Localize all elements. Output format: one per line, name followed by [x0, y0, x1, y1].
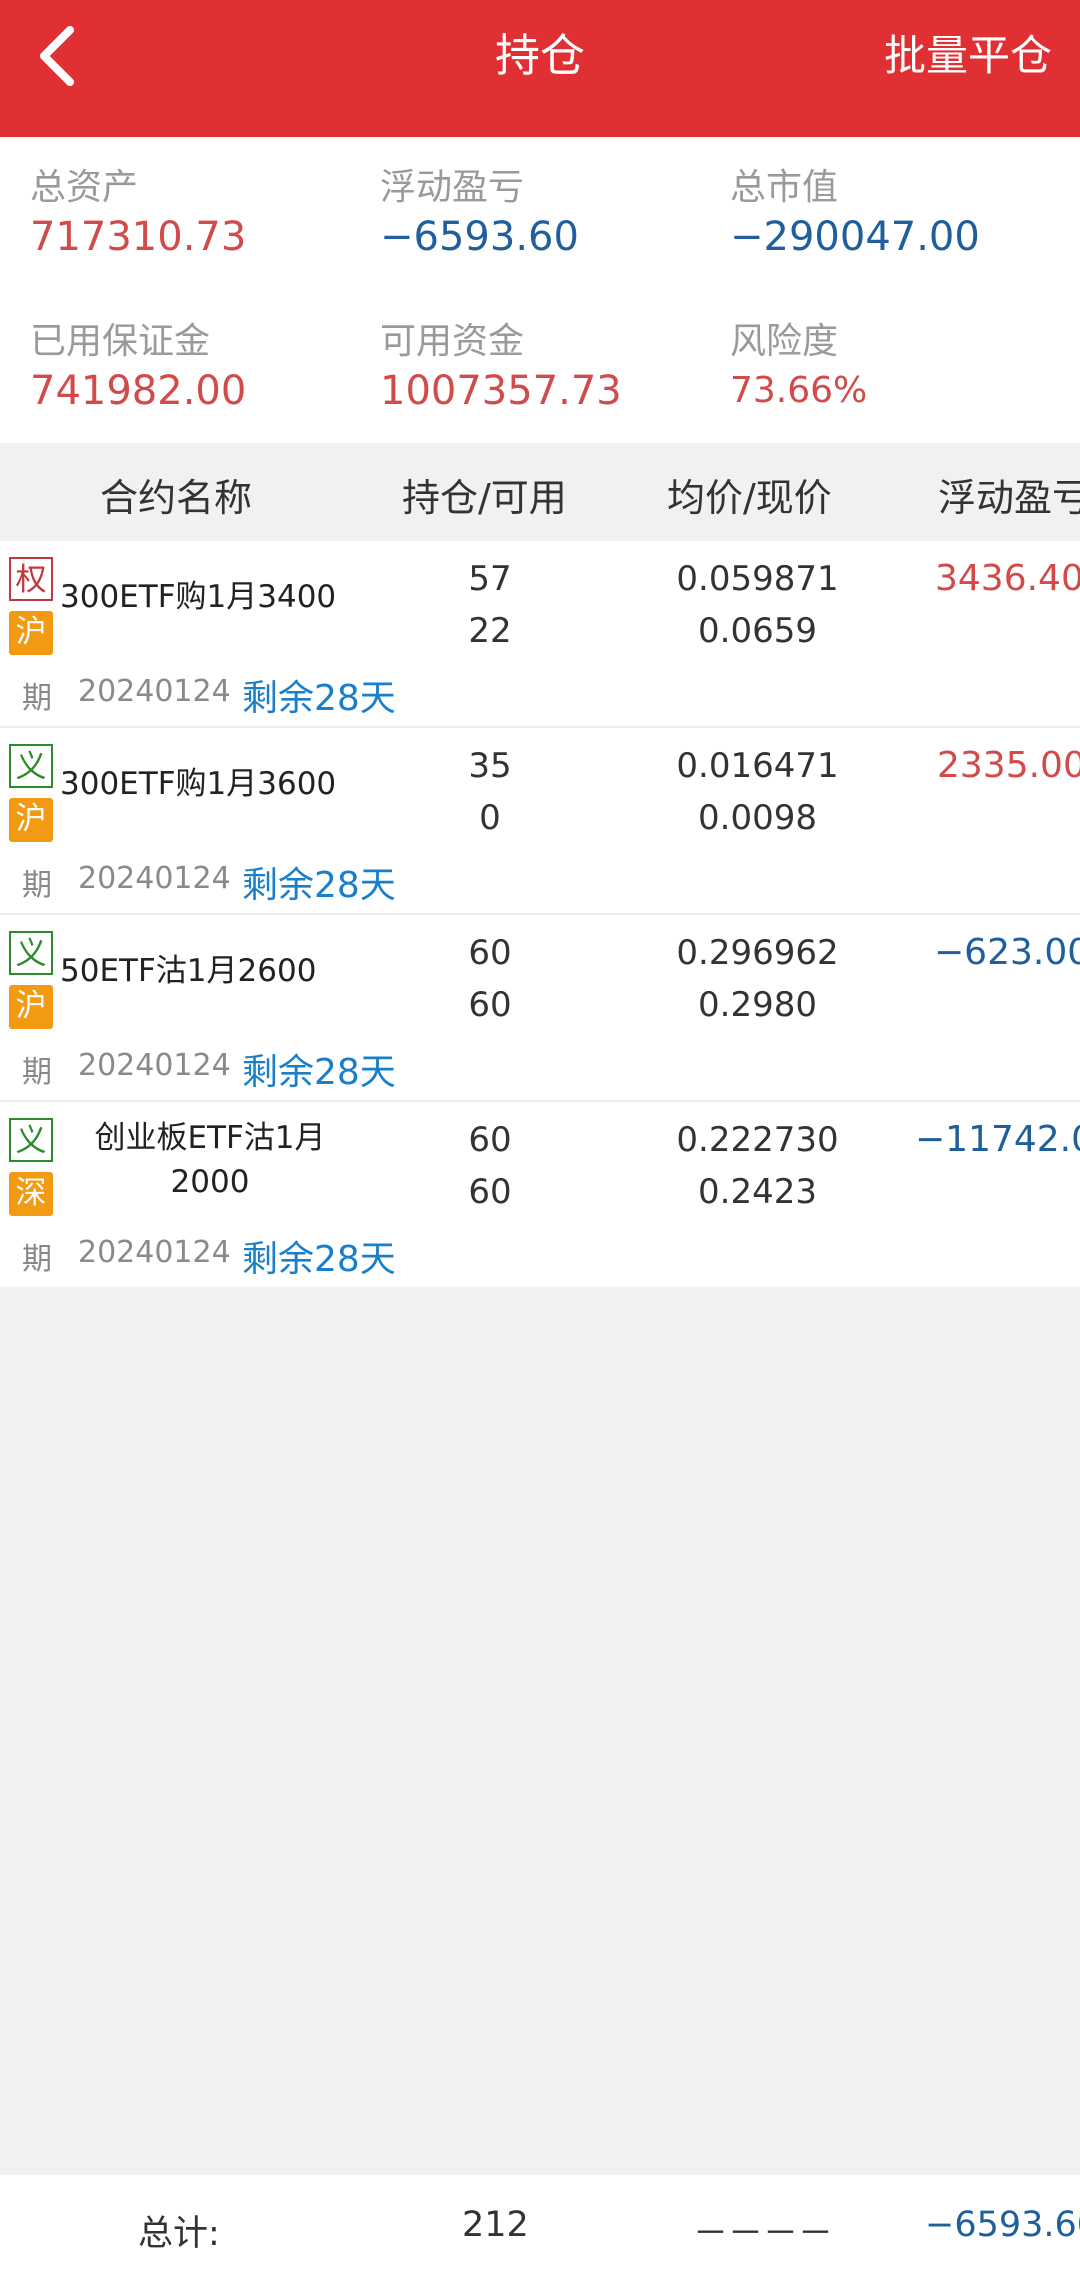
- pnl-total: −6593.60: [925, 2205, 1080, 2245]
- stat-used-margin: 已用保证金 741982.00: [30, 319, 246, 417]
- available-value: 0: [479, 798, 501, 838]
- price-cell: 0.016471 0.0098: [640, 740, 875, 844]
- option-type-badge: 义: [9, 931, 53, 975]
- floating-pnl-value: −623.00: [934, 932, 1080, 973]
- floating-pnl-value: 3436.40: [935, 558, 1080, 599]
- position-list: 权 沪 期 300ETF购1月3400 20240124 剩余28天 57 22…: [0, 541, 1080, 1287]
- exchange-badge: 沪: [9, 611, 53, 655]
- table-row[interactable]: 义 深 期 创业板ETF沽1月2000 20240124 剩余28天 60 60…: [0, 1102, 1080, 1287]
- price-cell: 0.222730 0.2423: [640, 1114, 875, 1218]
- position-value: 60: [468, 933, 512, 973]
- expiry-date: 20240124: [78, 1235, 231, 1270]
- contract-name: 创业板ETF沽1月2000: [94, 1120, 326, 1200]
- stat-value: 1007357.73: [380, 368, 622, 414]
- totals-label: 总计:: [138, 2214, 220, 2254]
- position-value: 35: [468, 746, 512, 786]
- contract-name: 300ETF购1月3600: [60, 766, 337, 802]
- available-value: 60: [468, 985, 512, 1025]
- option-type-badge: 义: [9, 1118, 53, 1162]
- table-row[interactable]: 义 沪 期 50ETF沽1月2600 20240124 剩余28天 60 60 …: [0, 915, 1080, 1102]
- option-type-suffix: 期: [22, 1242, 52, 1277]
- floating-pnl-value: −11742.00: [915, 1119, 1080, 1160]
- days-remaining: 剩余28天: [242, 678, 396, 719]
- current-price: 0.0659: [698, 611, 817, 651]
- expiry-date: 20240124: [78, 674, 231, 709]
- exchange-badge: 深: [9, 1172, 53, 1216]
- price-cell: 0.059871 0.0659: [640, 553, 875, 657]
- current-price: 0.2980: [698, 985, 817, 1025]
- available-value: 60: [468, 1172, 512, 1212]
- stat-value: −6593.60: [380, 214, 579, 260]
- exchange-badge: 沪: [9, 985, 53, 1029]
- position-cell: 35 0: [410, 740, 570, 844]
- floating-pnl-value: 2335.00: [937, 745, 1080, 786]
- expiry-date: 20240124: [78, 861, 231, 896]
- stat-label: 总资产: [30, 167, 139, 208]
- stat-floating-pnl: 浮动盈亏 −6593.60: [380, 165, 579, 263]
- totals-bar: 总计: 212 －－－－ −6593.60: [0, 2175, 1080, 2285]
- stat-value: 741982.00: [30, 368, 247, 414]
- stat-value: 717310.73: [30, 214, 247, 260]
- available-value: 22: [468, 611, 512, 651]
- stat-value: 73.66%: [730, 370, 868, 411]
- column-avg-current-price: 均价/现价: [667, 476, 832, 520]
- position-total: 212: [462, 2205, 529, 2245]
- position-value: 57: [468, 559, 512, 599]
- stat-available-funds: 可用资金 1007357.73: [380, 319, 622, 417]
- days-remaining: 剩余28天: [242, 1239, 396, 1280]
- price-total: －－－－: [693, 2214, 834, 2254]
- stat-label: 可用资金: [380, 321, 525, 362]
- option-type-suffix: 期: [22, 1055, 52, 1090]
- stat-market-value: 总市值 −290047.00: [730, 165, 980, 263]
- table-row[interactable]: 权 沪 期 300ETF购1月3400 20240124 剩余28天 57 22…: [0, 541, 1080, 728]
- table-row[interactable]: 义 沪 期 300ETF购1月3600 20240124 剩余28天 35 0 …: [0, 728, 1080, 915]
- stat-value: −290047.00: [730, 214, 980, 260]
- price-cell: 0.296962 0.2980: [640, 927, 875, 1031]
- expiry-date: 20240124: [78, 1048, 231, 1083]
- option-type-suffix: 期: [22, 681, 52, 716]
- batch-close-button[interactable]: 批量平仓: [884, 30, 1052, 82]
- contract-name: 300ETF购1月3400: [60, 579, 337, 615]
- avg-price: 0.222730: [676, 1120, 839, 1160]
- days-remaining: 剩余28天: [242, 865, 396, 906]
- column-position-available: 持仓/可用: [402, 476, 567, 520]
- current-price: 0.0098: [698, 798, 817, 838]
- contract-name: 50ETF沽1月2600: [60, 953, 317, 989]
- stat-risk-level: 风险度 73.66%: [730, 319, 867, 417]
- position-cell: 57 22: [410, 553, 570, 657]
- stat-label: 风险度: [730, 321, 839, 362]
- exchange-badge: 沪: [9, 798, 53, 842]
- option-type-badge: 义: [9, 744, 53, 788]
- current-price: 0.2423: [698, 1172, 817, 1212]
- stat-label: 已用保证金: [30, 321, 211, 362]
- position-cell: 60 60: [410, 1114, 570, 1218]
- option-type-badge: 权: [9, 557, 53, 601]
- stat-label: 浮动盈亏: [380, 167, 525, 208]
- option-type-suffix: 期: [22, 868, 52, 903]
- stat-label: 总市值: [730, 167, 839, 208]
- avg-price: 0.059871: [676, 559, 839, 599]
- top-bar: 持仓 批量平仓: [0, 0, 1080, 137]
- table-header: 合约名称 持仓/可用 均价/现价 浮动盈亏: [0, 443, 1080, 541]
- stat-total-assets: 总资产 717310.73: [30, 165, 246, 263]
- position-cell: 60 60: [410, 927, 570, 1031]
- account-summary: 总资产 717310.73 浮动盈亏 −6593.60 总市值 −290047.…: [0, 137, 1080, 443]
- column-contract-name: 合约名称: [100, 476, 253, 520]
- column-floating-pnl: 浮动盈亏: [938, 476, 1080, 520]
- avg-price: 0.296962: [676, 933, 839, 973]
- days-remaining: 剩余28天: [242, 1052, 396, 1093]
- avg-price: 0.016471: [676, 746, 839, 786]
- position-value: 60: [468, 1120, 512, 1160]
